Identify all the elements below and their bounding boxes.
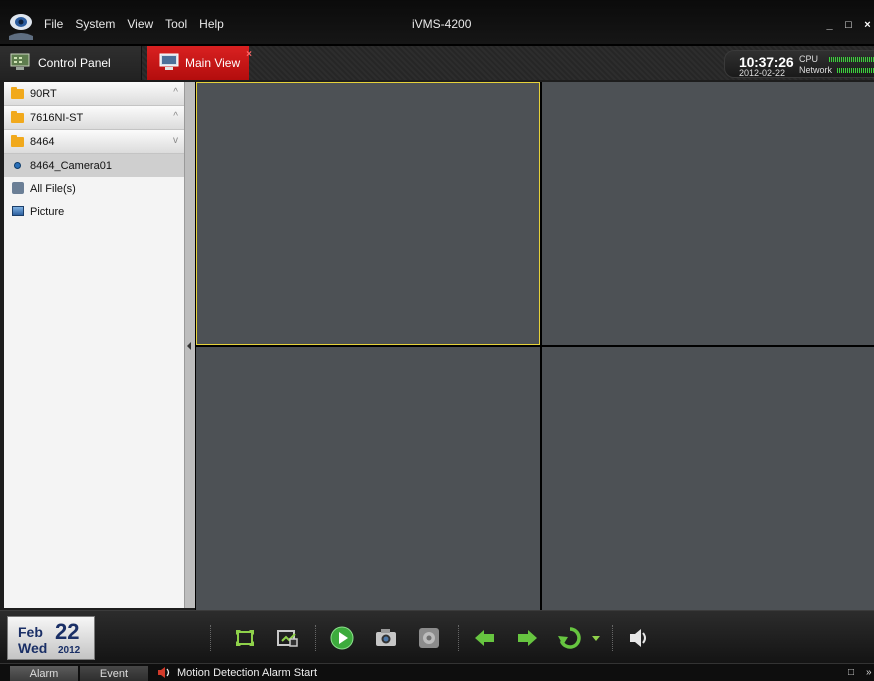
device-tree-panel: 90RT ^ 7616NI-ST ^ 8464 v 8464_Camera01 …: [4, 82, 184, 608]
alarm-message: Motion Detection Alarm Start: [177, 667, 318, 679]
tree-item-camera[interactable]: 8464_Camera01: [4, 154, 184, 177]
snapshot-icon[interactable]: [372, 624, 400, 652]
bottom-toolbar: Feb Wed 22 2012: [0, 610, 874, 663]
tree-item-picture[interactable]: Picture: [4, 200, 184, 223]
chevron-up-icon[interactable]: ^: [173, 111, 178, 122]
menu-help[interactable]: Help: [199, 17, 224, 31]
tree-group-label: 8464: [30, 135, 55, 148]
menu-bar: File System View Tool Help: [44, 17, 224, 31]
video-window-2[interactable]: [542, 82, 874, 345]
fullscreen-icon[interactable]: [231, 624, 259, 652]
record-icon[interactable]: [415, 624, 443, 652]
status-bar: Alarm Event Motion Detection Alarm Start…: [0, 663, 874, 681]
tree-item-label: 8464_Camera01: [30, 159, 112, 172]
play-icon[interactable]: [328, 624, 356, 652]
folder-icon: [11, 111, 24, 123]
collapse-arrow-icon[interactable]: [187, 342, 191, 350]
files-icon: [12, 182, 24, 194]
clock-date: 2012-02-22: [739, 68, 786, 78]
ivms-logo-icon[interactable]: [6, 2, 36, 42]
video-window-3[interactable]: [196, 347, 540, 610]
date-widget: Feb Wed 22 2012: [7, 616, 95, 660]
panel-splitter[interactable]: [184, 82, 195, 608]
date-weekday: Wed: [18, 640, 48, 656]
date-day: 22: [55, 619, 80, 644]
toolbar-divider: [458, 625, 459, 651]
tree-group-7616ni-st[interactable]: 7616NI-ST ^: [4, 106, 184, 130]
tab-control-panel[interactable]: Control Panel: [0, 46, 142, 80]
tab-main-view[interactable]: Main View ×: [147, 46, 252, 80]
menu-system[interactable]: System: [75, 17, 115, 31]
tree-group-label: 90RT: [30, 87, 57, 100]
window-controls: _ □ ×: [823, 19, 874, 32]
tree-item-label: Picture: [30, 205, 65, 218]
toolbar-divider: [612, 625, 613, 651]
previous-icon[interactable]: [471, 624, 499, 652]
date-month: Feb: [18, 624, 43, 640]
tab-close-icon[interactable]: ×: [246, 49, 252, 60]
video-grid: [195, 82, 874, 610]
video-window-1[interactable]: [196, 82, 540, 345]
system-status-panel: 10:37:26 2012-02-22 CPU Network: [724, 50, 874, 78]
collapse-icon[interactable]: »: [866, 667, 872, 678]
alarm-speaker-icon: [158, 667, 170, 678]
cpu-meter: [829, 57, 874, 62]
cpu-label: CPU: [799, 54, 819, 64]
app-title: iVMS-4200: [412, 17, 472, 31]
minimize-button[interactable]: _: [823, 19, 836, 32]
camera-icon: [14, 162, 21, 169]
tree-group-label: 7616NI-ST: [30, 111, 84, 124]
maximize-button[interactable]: □: [842, 19, 855, 32]
toolbar-divider: [315, 625, 316, 651]
picture-icon: [12, 206, 24, 216]
folder-icon: [11, 135, 24, 147]
chevron-up-icon[interactable]: ^: [173, 87, 178, 98]
menu-view[interactable]: View: [127, 17, 153, 31]
tree-item-all-files[interactable]: All File(s): [4, 177, 184, 200]
chevron-down-icon[interactable]: v: [173, 135, 178, 146]
window-layout-icon[interactable]: [273, 624, 301, 652]
tab-alarm[interactable]: Alarm: [10, 666, 78, 681]
folder-icon: [11, 87, 24, 99]
ivms-app-window: File System View Tool Help iVMS-4200 _ □…: [0, 0, 874, 681]
main-view-icon: [159, 53, 179, 70]
restore-icon[interactable]: □: [848, 667, 854, 678]
date-year: 2012: [58, 645, 81, 656]
control-panel-icon: [10, 53, 30, 70]
menu-file[interactable]: File: [44, 17, 63, 31]
cycle-icon[interactable]: [556, 624, 584, 652]
cycle-dropdown-icon[interactable]: [589, 624, 603, 652]
tab-main-view-label: Main View: [185, 56, 241, 70]
tab-bar: Control Panel Main View × 10:37:26 2012-…: [0, 46, 874, 80]
tree-group-90rt[interactable]: 90RT ^: [4, 82, 184, 106]
title-bar: File System View Tool Help iVMS-4200 _ □…: [0, 0, 874, 44]
next-icon[interactable]: [513, 624, 541, 652]
network-label: Network: [799, 65, 833, 75]
menu-tool[interactable]: Tool: [165, 17, 187, 31]
tab-control-panel-label: Control Panel: [38, 56, 111, 70]
volume-icon[interactable]: [624, 624, 652, 652]
tree-item-label: All File(s): [30, 182, 76, 195]
network-meter: [837, 68, 874, 73]
toolbar-divider: [210, 625, 211, 651]
video-window-4[interactable]: [542, 347, 874, 610]
tab-event[interactable]: Event: [80, 666, 148, 681]
tree-group-8464[interactable]: 8464 v: [4, 130, 184, 154]
close-button[interactable]: ×: [861, 19, 874, 32]
